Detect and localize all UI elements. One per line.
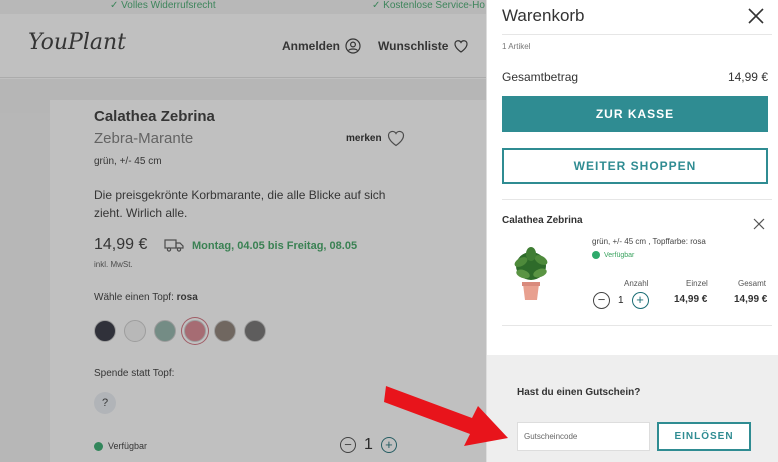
continue-shopping-button[interactable]: WEITER SHOPPEN	[502, 148, 768, 184]
total-value: 14,99 €	[727, 70, 768, 84]
checkout-button[interactable]: ZUR KASSE	[502, 96, 768, 132]
close-icon[interactable]	[747, 7, 765, 25]
cart-drawer: Warenkorb 1 Artikel Gesamtbetrag 14,99 €…	[486, 0, 778, 462]
cart-quantity-stepper: − 1 +	[593, 292, 649, 309]
redeem-button[interactable]: EINLÖSEN	[657, 422, 751, 451]
divider	[502, 199, 772, 200]
unit-header: Einzel	[686, 279, 708, 288]
cart-quantity-value: 1	[618, 295, 624, 306]
qty-header: Anzahl	[624, 279, 649, 288]
total-header: Gesamt	[738, 279, 767, 288]
availability-dot	[592, 251, 600, 259]
voucher-input[interactable]	[517, 422, 650, 451]
cart-item-variant: grün, +/- 45 cm , Topffarbe: rosa	[592, 237, 706, 246]
minus-button[interactable]: −	[593, 292, 610, 309]
remove-item-icon[interactable]	[753, 218, 765, 230]
cart-title: Warenkorb	[502, 6, 585, 25]
voucher-section: Hast du einen Gutschein? EINLÖSEN	[487, 355, 778, 462]
divider	[502, 325, 772, 326]
plus-button[interactable]: +	[631, 292, 649, 309]
item-total-price: 14,99 €	[734, 294, 768, 305]
voucher-question: Hast du einen Gutschein?	[517, 387, 641, 398]
item-count: 1 Artikel	[502, 42, 531, 51]
total-label: Gesamtbetrag	[502, 70, 579, 84]
red-arrow-annotation	[384, 386, 508, 446]
cart-item-availability: Verfügbar	[592, 251, 634, 259]
unit-price: 14,99 €	[674, 294, 708, 305]
plant-thumbnail	[514, 247, 548, 300]
divider	[502, 34, 772, 35]
cart-item-name: Calathea Zebrina	[502, 215, 583, 226]
